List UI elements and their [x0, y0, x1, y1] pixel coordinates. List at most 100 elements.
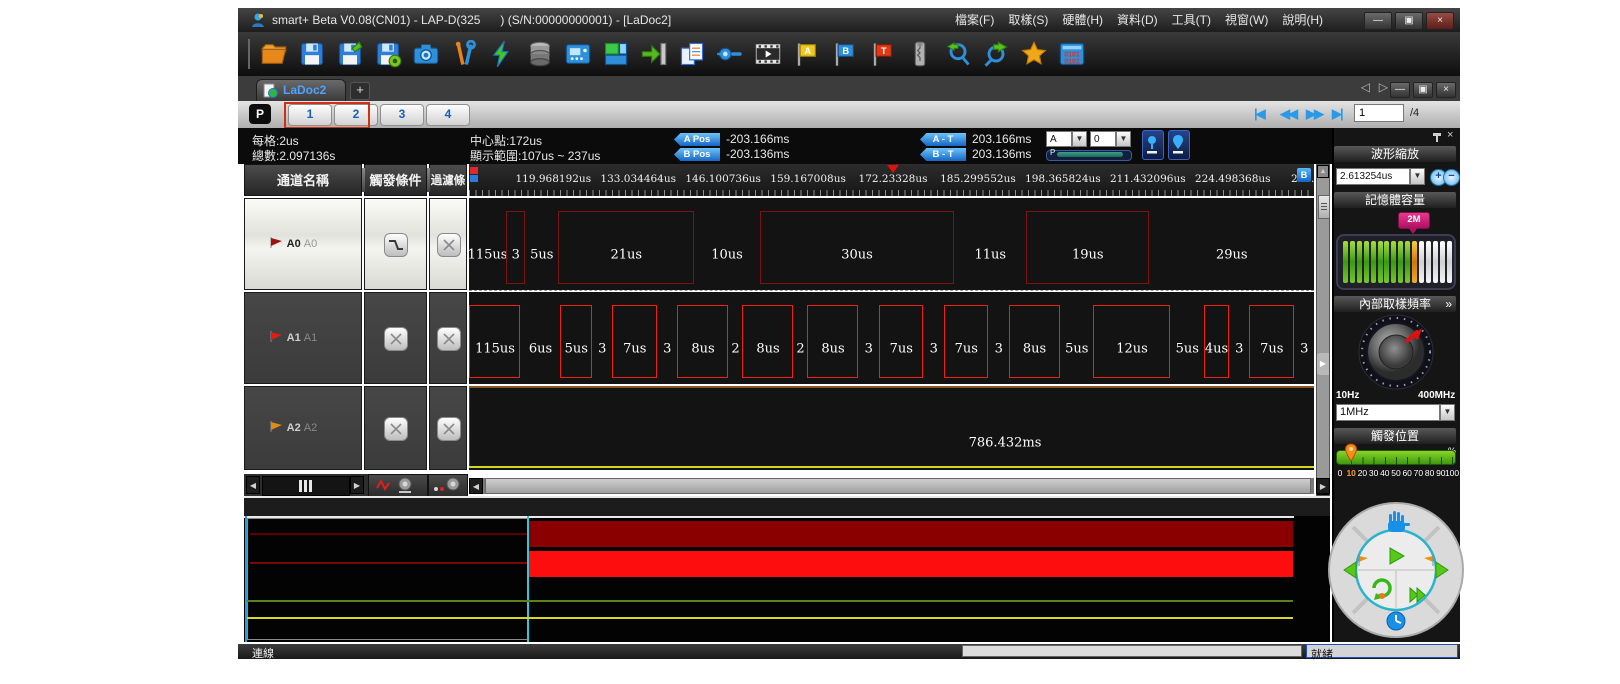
marker-value-arrow[interactable]: ▼ — [1116, 131, 1131, 147]
flag-a-icon[interactable]: A — [792, 40, 820, 68]
goto-a-marker-button[interactable] — [1142, 130, 1164, 160]
titlebar-restore-button[interactable]: ▣ — [1395, 12, 1423, 30]
device-panel-icon[interactable] — [564, 40, 592, 68]
navigator-canvas[interactable] — [244, 516, 1330, 642]
page-number-input[interactable] — [1354, 104, 1404, 122]
menu-4[interactable]: 工具(T) — [1165, 8, 1218, 32]
sidebar-pin-icon[interactable] — [1432, 132, 1442, 142]
zoom-value-combo[interactable]: 2.613254us — [1336, 168, 1410, 185]
search-prev-icon[interactable] — [944, 40, 972, 68]
tab-ladoc2[interactable]: LaDoc2 — [256, 79, 346, 102]
doc-minimize-button[interactable]: — — [1390, 82, 1410, 98]
navigator-viewport-box[interactable] — [247, 518, 529, 640]
window-layout-icon[interactable] — [602, 40, 630, 68]
channel-scroll-track[interactable] — [262, 476, 350, 496]
menu-3[interactable]: 資料(D) — [1110, 8, 1165, 32]
compare-files-icon[interactable] — [678, 40, 706, 68]
titlebar-minimize-button[interactable]: — — [1364, 12, 1392, 30]
channel-row-a1-name[interactable]: A1 A1 — [244, 292, 362, 384]
save-as-icon[interactable] — [336, 40, 364, 68]
prev-page-button[interactable]: ◀◀ — [1280, 106, 1296, 122]
freq-combo-arrow[interactable]: ▼ — [1440, 404, 1455, 421]
binary-view-icon[interactable]: 01010101 — [1058, 40, 1086, 68]
menu-6[interactable]: 說明(H) — [1275, 8, 1330, 32]
titlebar-close-button[interactable]: × — [1426, 12, 1454, 30]
collapse-panel-arrow[interactable]: ▶ — [1317, 353, 1329, 375]
bus-pack-icon[interactable] — [906, 40, 934, 68]
goto-b-marker-button[interactable] — [1168, 130, 1190, 160]
hscroll-thumb[interactable] — [485, 478, 1311, 494]
marker-b-flag[interactable]: B — [1297, 168, 1311, 182]
connect-plug-icon[interactable] — [716, 40, 744, 68]
menu-1[interactable]: 取樣(S) — [1001, 8, 1055, 32]
column-header-filter-condition[interactable]: 過濾條件 — [429, 164, 467, 196]
scroll-up-button[interactable]: ▲ — [1317, 165, 1329, 178]
sidebar-close-icon[interactable]: × — [1447, 129, 1453, 141]
waveform-vscrollbar[interactable]: ▲ ▶ ▼ — [1316, 164, 1330, 496]
settings-tools-icon[interactable] — [450, 40, 478, 68]
a-pos-badge[interactable]: A Pos — [674, 133, 720, 146]
trigger-position-slider[interactable] — [1336, 450, 1456, 465]
channel-scroll-left[interactable]: ◀ — [246, 476, 260, 494]
last-page-button[interactable]: ▶| — [1332, 106, 1342, 122]
column-grip[interactable] — [427, 168, 430, 192]
doc-close-button[interactable]: × — [1436, 82, 1456, 98]
export-data-icon[interactable] — [640, 40, 668, 68]
page-p-button[interactable]: P — [249, 104, 271, 124]
menu-2[interactable]: 硬體(H) — [1055, 8, 1110, 32]
first-page-button[interactable]: |◀ — [1254, 106, 1264, 122]
hscroll-left-button[interactable]: ◀ — [469, 478, 483, 494]
doc-restore-button[interactable]: ▣ — [1413, 82, 1433, 98]
trigger-lightning-icon[interactable] — [488, 40, 516, 68]
waveform-hscrollbar[interactable]: ◀ — [469, 478, 1314, 494]
add-tab-button[interactable]: + — [350, 82, 370, 100]
column-header-channel-name[interactable]: 通道名稱 — [244, 164, 362, 196]
state-snapshot-button[interactable] — [428, 474, 468, 498]
page-button-3[interactable]: 3 — [380, 104, 424, 126]
freq-value-combo[interactable]: 1MHz — [1336, 404, 1440, 421]
column-grip[interactable] — [362, 168, 365, 192]
save-icon[interactable] — [298, 40, 326, 68]
waveform-channel-a0[interactable]: 115us35us21us10us30us11us19us29us — [469, 198, 1314, 290]
freq-more-chevrons[interactable]: » — [1445, 296, 1452, 312]
tab-nav-prev[interactable]: ◁ — [1361, 80, 1370, 94]
filter-condition-button[interactable] — [437, 417, 461, 441]
save-settings-icon[interactable] — [374, 40, 402, 68]
flag-t-icon[interactable]: T — [868, 40, 896, 68]
trigger-position-pin[interactable] — [1344, 443, 1358, 468]
menu-0[interactable]: 檔案(F) — [948, 8, 1001, 32]
filter-condition-button[interactable] — [437, 327, 461, 351]
hscroll-right-button[interactable]: ▶ — [1316, 478, 1330, 494]
flag-b-icon[interactable]: B — [830, 40, 858, 68]
video-capture-icon[interactable] — [754, 40, 782, 68]
vscroll-thumb[interactable] — [1318, 195, 1330, 219]
channel-row-a0-name[interactable]: A0 A0 — [244, 198, 362, 290]
marker-a-chip[interactable] — [470, 167, 478, 174]
trigger-condition-button[interactable] — [384, 233, 408, 257]
menu-5[interactable]: 視窗(W) — [1218, 8, 1275, 32]
favorite-star-icon[interactable] — [1020, 40, 1048, 68]
marker-select-arrow[interactable]: ▼ — [1072, 131, 1087, 147]
waveform-channel-a1[interactable]: 115us6us5us37us38us28us28us37us37us38us5… — [469, 292, 1314, 384]
a-t-badge[interactable]: A - T — [920, 133, 966, 146]
memory-depth-icon[interactable] — [526, 40, 554, 68]
trigger-condition-button[interactable] — [384, 327, 408, 351]
waveform-channel-a2[interactable]: 786.432ms — [469, 386, 1314, 470]
b-t-badge[interactable]: B - T — [920, 148, 966, 161]
next-page-button[interactable]: ▶▶ — [1306, 106, 1322, 122]
waveform-snapshot-button[interactable] — [368, 474, 428, 498]
b-pos-badge[interactable]: B Pos — [674, 148, 720, 161]
column-header-trigger-condition[interactable]: 觸發條件 — [364, 164, 427, 196]
marker-value-combo[interactable]: 0 — [1090, 131, 1116, 147]
filter-condition-button[interactable] — [437, 233, 461, 257]
screenshot-icon[interactable] — [412, 40, 440, 68]
channel-row-a2-name[interactable]: A2 A2 — [244, 386, 362, 470]
zoom-combo-arrow[interactable]: ▼ — [1410, 168, 1425, 185]
open-file-icon[interactable] — [260, 40, 288, 68]
trigger-position-marker[interactable] — [887, 165, 899, 173]
search-next-icon[interactable] — [982, 40, 1010, 68]
trigger-condition-button[interactable] — [384, 417, 408, 441]
page-button-4[interactable]: 4 — [426, 104, 470, 126]
navigation-pad[interactable] — [1326, 500, 1466, 645]
marker-select-combo[interactable]: A — [1046, 131, 1072, 147]
